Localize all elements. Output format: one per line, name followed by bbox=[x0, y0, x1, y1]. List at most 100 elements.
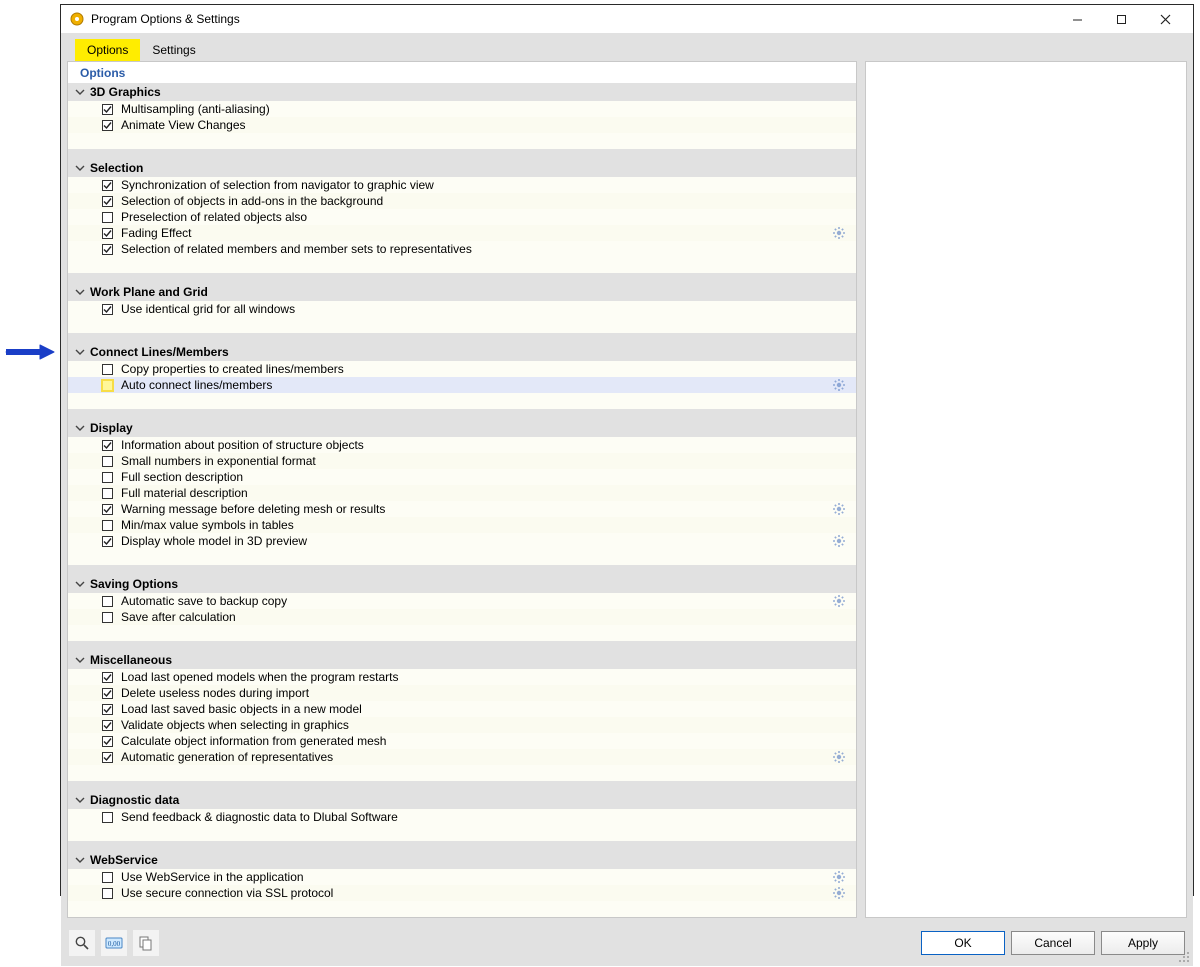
option-row[interactable]: Full material description bbox=[68, 485, 856, 501]
option-row[interactable]: Load last saved basic objects in a new m… bbox=[68, 701, 856, 717]
checkbox[interactable] bbox=[102, 104, 113, 115]
apply-button[interactable]: Apply bbox=[1101, 931, 1185, 955]
checkbox[interactable] bbox=[102, 596, 113, 607]
checkbox[interactable] bbox=[102, 736, 113, 747]
option-row[interactable]: Display whole model in 3D preview bbox=[68, 533, 856, 549]
maximize-button[interactable] bbox=[1099, 5, 1143, 33]
minimize-button[interactable] bbox=[1055, 5, 1099, 33]
option-label: Load last saved basic objects in a new m… bbox=[121, 702, 850, 716]
option-row[interactable]: Multisampling (anti-aliasing) bbox=[68, 101, 856, 117]
option-row[interactable]: Copy properties to created lines/members bbox=[68, 361, 856, 377]
group-header[interactable]: Diagnostic data bbox=[68, 791, 856, 809]
option-row[interactable]: Validate objects when selecting in graph… bbox=[68, 717, 856, 733]
checkbox[interactable] bbox=[102, 440, 113, 451]
cancel-button[interactable]: Cancel bbox=[1011, 931, 1095, 955]
group-header[interactable]: Selection bbox=[68, 159, 856, 177]
checkbox[interactable] bbox=[102, 672, 113, 683]
chevron-down-icon[interactable] bbox=[74, 162, 86, 174]
checkbox[interactable] bbox=[102, 212, 113, 223]
option-row[interactable]: Fading Effect bbox=[68, 225, 856, 241]
option-row[interactable]: Animate View Changes bbox=[68, 117, 856, 133]
option-row[interactable]: Use identical grid for all windows bbox=[68, 301, 856, 317]
group-header[interactable]: Saving Options bbox=[68, 575, 856, 593]
checkbox[interactable] bbox=[102, 888, 113, 899]
option-row[interactable]: Min/max value symbols in tables bbox=[68, 517, 856, 533]
chevron-down-icon[interactable] bbox=[74, 794, 86, 806]
options-tree[interactable]: 3D GraphicsMultisampling (anti-aliasing)… bbox=[68, 83, 856, 917]
ok-button[interactable]: OK bbox=[921, 931, 1005, 955]
option-label: Warning message before deleting mesh or … bbox=[121, 502, 832, 516]
gear-icon[interactable] bbox=[832, 378, 846, 392]
checkbox[interactable] bbox=[102, 180, 113, 191]
checkbox[interactable] bbox=[102, 752, 113, 763]
option-row[interactable]: Full section description bbox=[68, 469, 856, 485]
option-row[interactable]: Warning message before deleting mesh or … bbox=[68, 501, 856, 517]
checkbox[interactable] bbox=[102, 244, 113, 255]
checkbox[interactable] bbox=[102, 704, 113, 715]
chevron-down-icon[interactable] bbox=[74, 854, 86, 866]
gear-icon[interactable] bbox=[832, 502, 846, 516]
group-header[interactable]: Display bbox=[68, 419, 856, 437]
group-header[interactable]: Connect Lines/Members bbox=[68, 343, 856, 361]
search-icon-button[interactable] bbox=[69, 930, 95, 956]
resize-grip[interactable] bbox=[1177, 950, 1191, 964]
tab-options[interactable]: Options bbox=[75, 39, 140, 61]
option-row[interactable]: Auto connect lines/members bbox=[68, 377, 856, 393]
checkbox[interactable] bbox=[102, 488, 113, 499]
option-row[interactable]: Use WebService in the application bbox=[68, 869, 856, 885]
checkbox[interactable] bbox=[102, 196, 113, 207]
group-header[interactable]: Work Plane and Grid bbox=[68, 283, 856, 301]
option-row[interactable]: Send feedback & diagnostic data to Dluba… bbox=[68, 809, 856, 825]
gear-icon[interactable] bbox=[832, 594, 846, 608]
group-header[interactable]: Miscellaneous bbox=[68, 651, 856, 669]
tab-settings[interactable]: Settings bbox=[140, 39, 207, 61]
copy-icon-button[interactable] bbox=[133, 930, 159, 956]
gear-icon[interactable] bbox=[832, 226, 846, 240]
chevron-down-icon[interactable] bbox=[74, 422, 86, 434]
checkbox[interactable] bbox=[102, 504, 113, 515]
checkbox[interactable] bbox=[102, 720, 113, 731]
units-icon-button[interactable]: 0,00 bbox=[101, 930, 127, 956]
gear-icon[interactable] bbox=[832, 870, 846, 884]
checkbox[interactable] bbox=[102, 536, 113, 547]
group-header[interactable]: WebService bbox=[68, 851, 856, 869]
option-row[interactable]: Load last opened models when the program… bbox=[68, 669, 856, 685]
checkbox[interactable] bbox=[102, 688, 113, 699]
option-row[interactable]: Automatic save to backup copy bbox=[68, 593, 856, 609]
option-row[interactable]: Selection of related members and member … bbox=[68, 241, 856, 257]
option-row[interactable]: Automatic generation of representatives bbox=[68, 749, 856, 765]
chevron-down-icon[interactable] bbox=[74, 654, 86, 666]
spacer bbox=[68, 317, 856, 333]
checkbox[interactable] bbox=[102, 304, 113, 315]
option-row[interactable]: Selection of objects in add-ons in the b… bbox=[68, 193, 856, 209]
client-area: Options Settings Options 3D GraphicsMult… bbox=[61, 33, 1193, 966]
group-header[interactable]: 3D Graphics bbox=[68, 83, 856, 101]
option-row[interactable]: Small numbers in exponential format bbox=[68, 453, 856, 469]
checkbox[interactable] bbox=[102, 120, 113, 131]
option-row[interactable]: Delete useless nodes during import bbox=[68, 685, 856, 701]
close-button[interactable] bbox=[1143, 5, 1187, 33]
group-title: WebService bbox=[90, 853, 158, 867]
checkbox[interactable] bbox=[102, 812, 113, 823]
option-row[interactable]: Synchronization of selection from naviga… bbox=[68, 177, 856, 193]
gear-icon[interactable] bbox=[832, 534, 846, 548]
option-row[interactable]: Preselection of related objects also bbox=[68, 209, 856, 225]
checkbox[interactable] bbox=[102, 380, 113, 391]
checkbox[interactable] bbox=[102, 872, 113, 883]
option-row[interactable]: Save after calculation bbox=[68, 609, 856, 625]
chevron-down-icon[interactable] bbox=[74, 346, 86, 358]
checkbox[interactable] bbox=[102, 472, 113, 483]
gear-icon[interactable] bbox=[832, 886, 846, 900]
option-row[interactable]: Calculate object information from genera… bbox=[68, 733, 856, 749]
checkbox[interactable] bbox=[102, 520, 113, 531]
chevron-down-icon[interactable] bbox=[74, 286, 86, 298]
checkbox[interactable] bbox=[102, 456, 113, 467]
chevron-down-icon[interactable] bbox=[74, 86, 86, 98]
chevron-down-icon[interactable] bbox=[74, 578, 86, 590]
checkbox[interactable] bbox=[102, 228, 113, 239]
gear-icon[interactable] bbox=[832, 750, 846, 764]
option-row[interactable]: Information about position of structure … bbox=[68, 437, 856, 453]
option-row[interactable]: Use secure connection via SSL protocol bbox=[68, 885, 856, 901]
checkbox[interactable] bbox=[102, 364, 113, 375]
checkbox[interactable] bbox=[102, 612, 113, 623]
